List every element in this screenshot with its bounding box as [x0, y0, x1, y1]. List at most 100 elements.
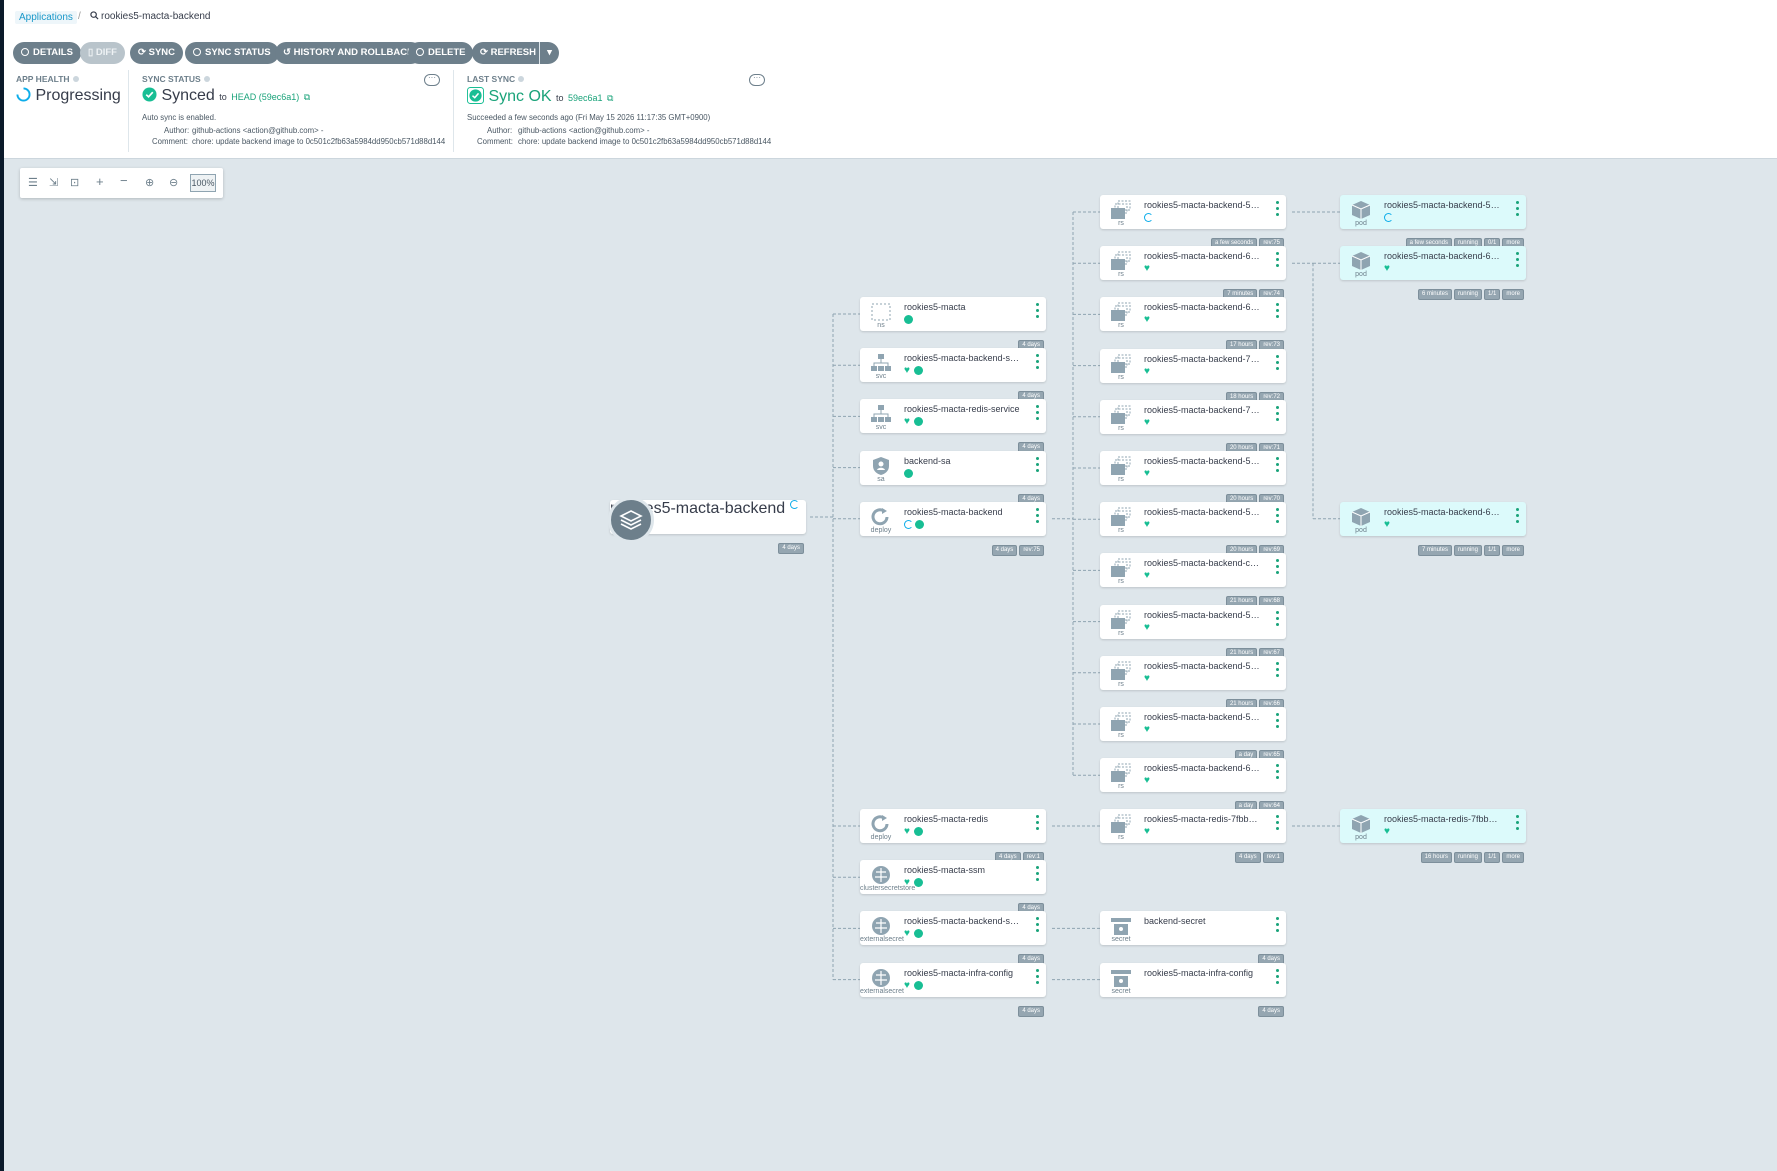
collapse-all-icon[interactable]: −	[120, 173, 128, 188]
sync-status-button[interactable]: SYNC STATUS	[185, 42, 279, 64]
help-icon[interactable]	[203, 76, 210, 82]
resource-node-secret[interactable]: secret rookies5-macta-infra-config 4 days	[1100, 963, 1286, 1017]
breadcrumb-current[interactable]: rookies5-macta-backend	[90, 11, 211, 22]
node-menu-icon[interactable]	[1276, 252, 1280, 270]
node-menu-icon[interactable]	[1036, 508, 1040, 526]
node-menu-icon[interactable]	[1276, 917, 1280, 935]
resource-node-clustersecretstore[interactable]: clustersecretstore rookies5-macta-ssm ♥ 4 d…	[860, 860, 1046, 914]
node-menu-icon[interactable]	[1276, 662, 1280, 680]
graph-toolbar: ☰ ⇲ ⊡ + − ⊕ ⊖ 100%	[20, 168, 223, 198]
resource-node-pod[interactable]: pod rookies5-macta-backend-5bb... a few se…	[1340, 195, 1526, 249]
sync-button[interactable]: ⟳ SYNC	[130, 42, 184, 64]
external-link-icon[interactable]: ⧉	[304, 92, 310, 102]
align-left-icon[interactable]: ☰	[28, 176, 38, 189]
resource-node-secret[interactable]: secret backend-secret 4 days	[1100, 911, 1286, 965]
node-menu-icon[interactable]	[1276, 457, 1280, 475]
resource-node-svc[interactable]: svc rookies5-macta-redis-service ♥ 4 days	[860, 399, 1046, 453]
resource-node-sa[interactable]: sa backend-sa 4 days	[860, 451, 1046, 505]
resource-node-rs[interactable]: rs rookies5-macta-backend-588... ♥ a day rev…	[1100, 707, 1286, 761]
node-menu-icon[interactable]	[1516, 252, 1520, 270]
help-icon[interactable]	[72, 76, 79, 82]
fit-view-icon[interactable]: ⊡	[70, 176, 79, 189]
node-menu-icon[interactable]	[1276, 764, 1280, 782]
node-menu-icon[interactable]	[1276, 713, 1280, 731]
node-menu-icon[interactable]	[1036, 815, 1040, 833]
resource-kind: rs	[1118, 476, 1124, 483]
author-value: github-actions <action@github.com> -	[518, 126, 650, 135]
node-menu-icon[interactable]	[1036, 303, 1040, 321]
resource-node-pod[interactable]: pod rookies5-macta-backend-6fd... ♥ 6 minut…	[1340, 246, 1526, 300]
node-menu-icon[interactable]	[1036, 405, 1040, 423]
node-menu-icon[interactable]	[1036, 354, 1040, 372]
resource-status: ♥	[1384, 827, 1394, 837]
resource-kind: rs	[1118, 630, 1124, 637]
resource-name: rookies5-macta-backend-5bb...	[1384, 200, 1502, 210]
resource-node-ns[interactable]: ns rookies5-macta 4 days	[860, 297, 1046, 351]
resource-node-rs[interactable]: rs rookies5-macta-backend-6fd... ♥ 7 minute…	[1100, 246, 1286, 300]
diff-button[interactable]: ▯ DIFF	[80, 42, 125, 64]
resource-kind: rs	[1118, 578, 1124, 585]
rs-icon	[1110, 661, 1132, 681]
rs-icon	[1110, 712, 1132, 732]
more-options-icon[interactable]: ···	[749, 74, 765, 86]
node-menu-icon[interactable]	[1276, 815, 1280, 833]
resource-node-svc[interactable]: svc rookies5-macta-backend-serv... ♥ 4 days	[860, 348, 1046, 402]
collapse-icon[interactable]: ⇲	[49, 176, 58, 189]
refresh-button[interactable]: ⟳ REFRESH	[472, 42, 543, 64]
node-menu-icon[interactable]	[1036, 917, 1040, 935]
resource-node-rs[interactable]: rs rookies5-macta-backend-c7d... ♥ 21 hours…	[1100, 553, 1286, 607]
resource-kind: sa	[877, 476, 885, 483]
node-menu-icon[interactable]	[1276, 355, 1280, 373]
resource-node-rs[interactable]: rs rookies5-macta-backend-576... ♥ 20 hours…	[1100, 451, 1286, 505]
resource-node-deploy[interactable]: deploy rookies5-macta-backend 4 days rev:75	[860, 502, 1046, 556]
node-menu-icon[interactable]	[1516, 815, 1520, 833]
resource-node-deploy[interactable]: deploy rookies5-macta-redis ♥ 4 days rev:1	[860, 809, 1046, 863]
app-root-node[interactable]: rookies5-macta-backend 4 days	[608, 497, 806, 554]
help-icon[interactable]	[518, 76, 525, 82]
resource-node-externalsecret[interactable]: externalsecret rookies5-macta-infra-confi…	[860, 963, 1046, 1017]
node-menu-icon[interactable]	[1276, 406, 1280, 424]
zoom-out-icon[interactable]: ⊖	[169, 176, 178, 189]
resource-node-rs[interactable]: rs rookies5-macta-backend-5bb... a few sec…	[1100, 195, 1286, 249]
resource-node-rs[interactable]: rs rookies5-macta-backend-764... ♥ 18 hours…	[1100, 349, 1286, 403]
history-rollback-button[interactable]: ↺ HISTORY AND ROLLBACK	[275, 42, 422, 64]
node-menu-icon[interactable]	[1036, 457, 1040, 475]
node-menu-icon[interactable]	[1276, 611, 1280, 629]
externalsecret-icon	[870, 916, 892, 936]
resource-node-rs[interactable]: rs rookies5-macta-backend-54b... ♥ 20 hours…	[1100, 502, 1286, 556]
resource-node-rs[interactable]: rs rookies5-macta-backend-767... ♥ 20 hours…	[1100, 400, 1286, 454]
node-menu-icon[interactable]	[1036, 866, 1040, 884]
resource-node-rs[interactable]: rs rookies5-macta-backend-6c9... ♥ a day rev…	[1100, 758, 1286, 812]
resource-node-rs[interactable]: rs rookies5-macta-backend-5bd... ♥ 21 hours…	[1100, 656, 1286, 710]
node-menu-icon[interactable]	[1276, 969, 1280, 987]
sync-revision-link[interactable]: HEAD (59ec6a1)	[231, 92, 299, 102]
resource-name: rookies5-macta-infra-config	[904, 968, 1014, 978]
node-menu-icon[interactable]	[1276, 201, 1280, 219]
resource-node-pod[interactable]: pod rookies5-macta-redis-7fbb85f... ♥ 16 ho…	[1340, 809, 1526, 863]
node-menu-icon[interactable]	[1036, 969, 1040, 987]
node-menu-icon[interactable]	[1516, 508, 1520, 526]
sync-status-label: SYNC STATUS	[205, 47, 271, 58]
zoom-level-input[interactable]: 100%	[190, 174, 216, 192]
resource-name: rookies5-macta-infra-config	[1144, 968, 1254, 978]
node-menu-icon[interactable]	[1276, 508, 1280, 526]
resource-node-externalsecret[interactable]: externalsecret rookies5-macta-backend-sec…	[860, 911, 1046, 965]
expand-all-icon[interactable]: +	[96, 174, 104, 189]
breadcrumb-applications-link[interactable]: Applications	[15, 11, 77, 24]
resource-node-pod[interactable]: pod rookies5-macta-backend-6fd... ♥ 7 minut…	[1340, 502, 1526, 556]
node-menu-icon[interactable]	[1516, 201, 1520, 219]
delete-button[interactable]: DELETE	[408, 42, 474, 64]
node-menu-icon[interactable]	[1276, 559, 1280, 577]
resource-name: rookies5-macta-backend-6fd...	[1144, 251, 1262, 261]
more-options-icon[interactable]: ···	[424, 74, 440, 86]
resource-node-rs[interactable]: rs rookies5-macta-redis-7fbb85f... ♥ 4 days…	[1100, 809, 1286, 863]
last-sync-revision-link[interactable]: 59ec6a1	[568, 93, 603, 103]
external-link-icon[interactable]: ⧉	[607, 93, 613, 103]
resource-node-rs[interactable]: rs rookies5-macta-backend-5f9... ♥ 21 hours…	[1100, 605, 1286, 659]
synced-icon	[914, 366, 923, 375]
resource-node-rs[interactable]: rs rookies5-macta-backend-6bd... ♥ 17 hours…	[1100, 297, 1286, 351]
zoom-in-icon[interactable]: ⊕	[145, 176, 154, 189]
refresh-dropdown-button[interactable]: ▾	[539, 42, 559, 64]
node-menu-icon[interactable]	[1276, 303, 1280, 321]
details-button[interactable]: DETAILS	[13, 42, 81, 64]
